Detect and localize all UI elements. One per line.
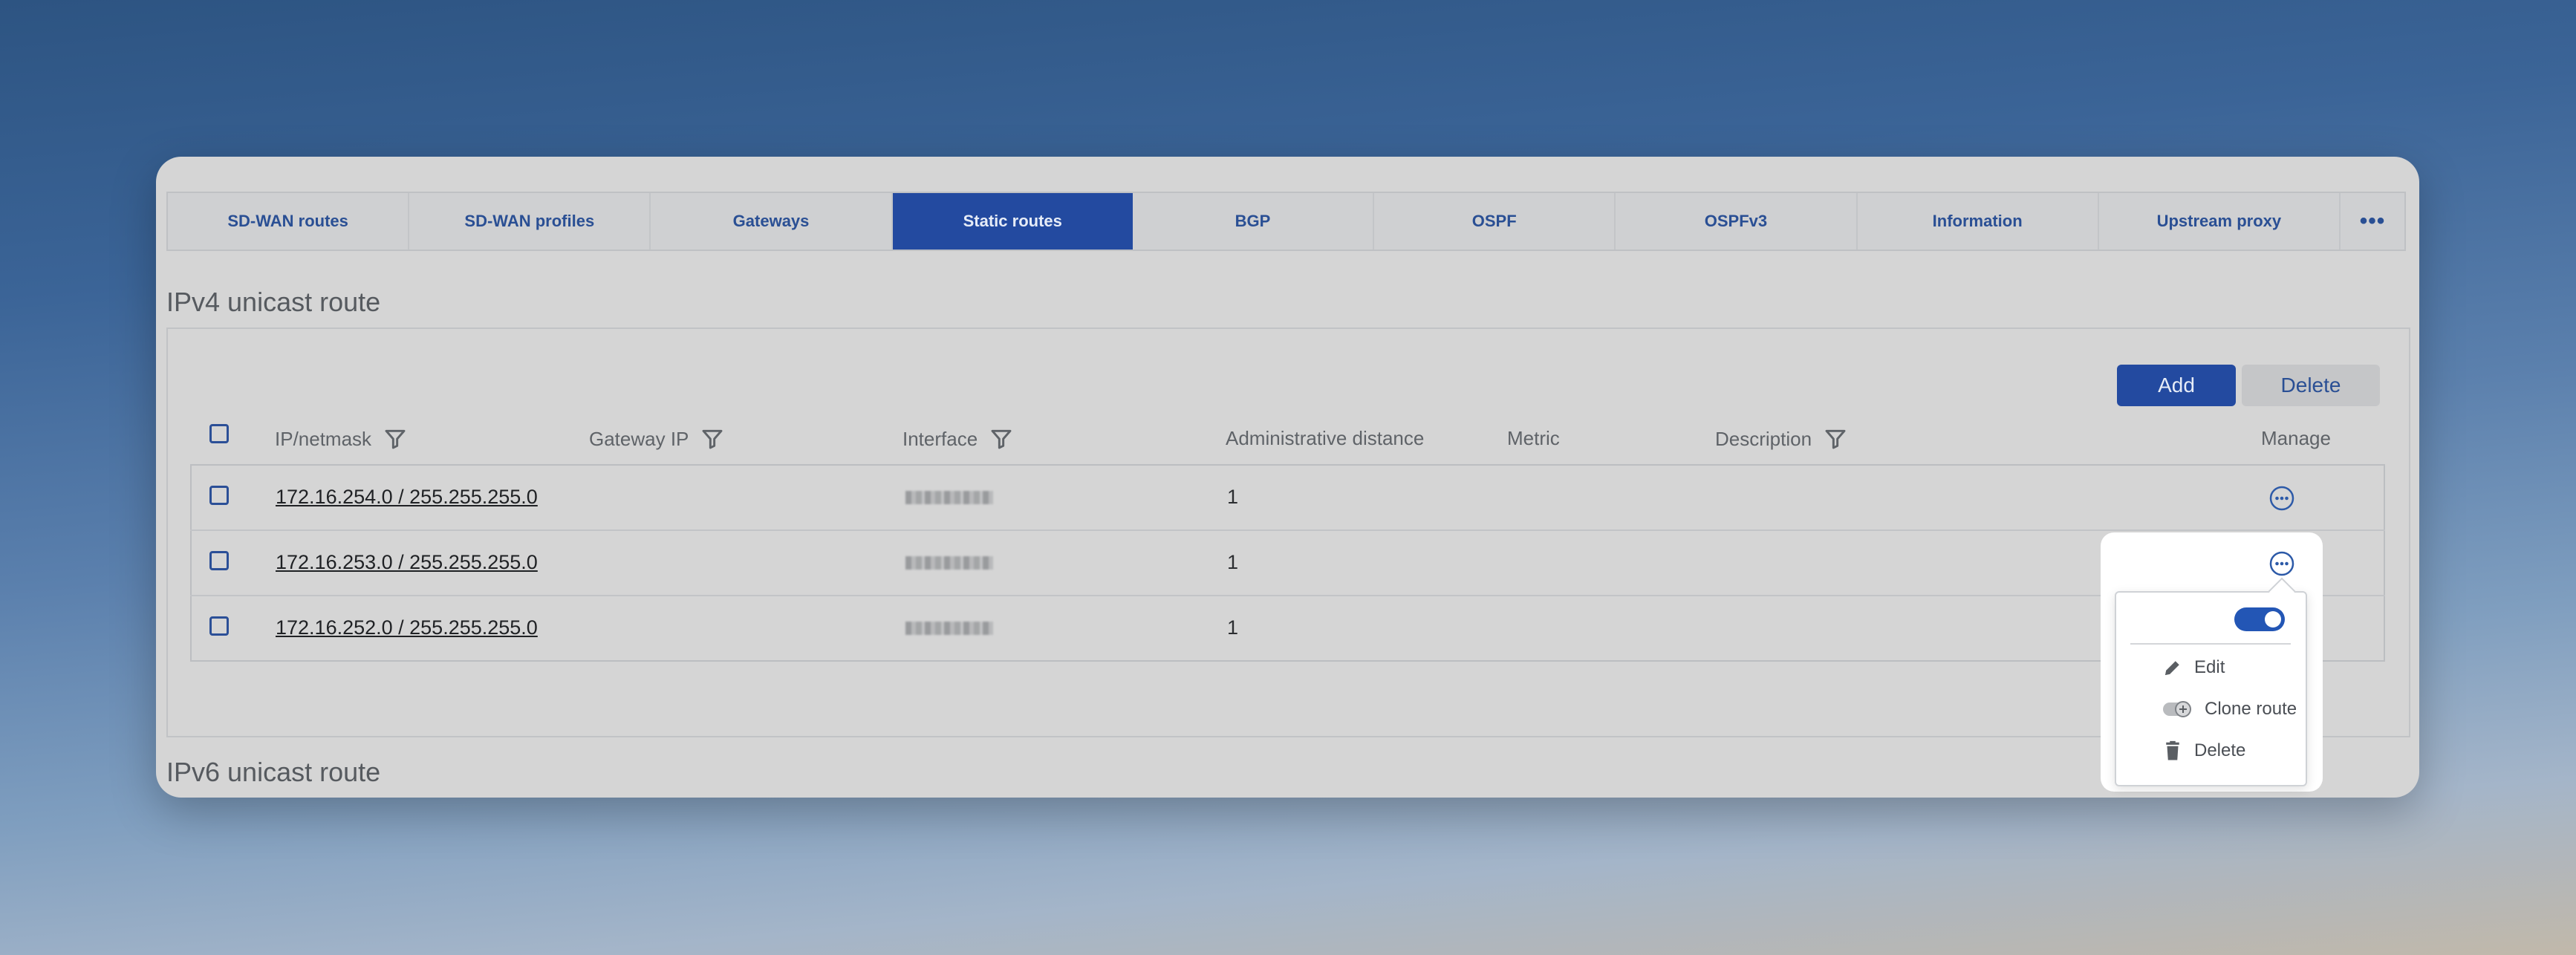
ip-netmask-link[interactable]: 172.16.253.0 / 255.255.255.0 [276,551,538,574]
row-checkbox[interactable] [209,551,229,570]
menu-item-delete[interactable]: Delete [2162,740,2245,762]
more-options-icon[interactable] [2268,485,2295,512]
filter-icon[interactable] [383,427,407,451]
menu-item-label: Delete [2194,740,2246,760]
delete-button[interactable]: Delete [2242,365,2380,406]
ipv4-section-title: IPv4 unicast route [166,287,381,317]
ip-netmask-link[interactable]: 172.16.254.0 / 255.255.255.0 [276,486,538,509]
column-header-description: Description [1715,427,1847,451]
filter-icon[interactable] [1824,427,1847,451]
filter-icon[interactable] [989,427,1013,451]
interface-value-redacted [905,491,993,504]
filter-icon[interactable] [700,427,724,451]
more-tabs-icon[interactable]: ••• [2341,193,2404,250]
ip-netmask-link[interactable]: 172.16.252.0 / 255.255.255.0 [276,616,538,639]
tab-upstream-proxy[interactable]: Upstream proxy [2099,193,2341,250]
admin-distance-value: 1 [1227,551,1239,573]
tab-ospf[interactable]: OSPF [1374,193,1616,250]
tab-bgp[interactable]: BGP [1133,193,1375,250]
menu-item-label: Edit [2194,657,2225,677]
menu-item-edit[interactable]: Edit [2162,656,2225,679]
trash-icon [2166,740,2179,760]
column-label: Manage [2261,427,2331,449]
column-label: Metric [1507,427,1560,449]
more-options-icon[interactable] [2268,550,2295,577]
tab-information[interactable]: Information [1858,193,2099,250]
interface-value-redacted [905,622,993,635]
clone-icon [2163,701,2191,717]
column-header-admin-distance: Administrative distance [1226,427,1424,450]
column-label: Gateway IP [589,427,689,450]
admin-distance-value: 1 [1227,486,1239,508]
column-header-ip-netmask: IP/netmask [275,427,407,451]
app-window: SD-WAN routes SD-WAN profiles Gateways S… [156,157,2419,798]
row-checkbox[interactable] [209,486,229,505]
interface-value-redacted [905,556,993,570]
column-label: IP/netmask [275,427,372,450]
tab-sd-wan-routes[interactable]: SD-WAN routes [168,193,410,250]
ipv6-section-title: IPv6 unicast route [166,757,381,787]
row-divider [190,595,2385,596]
column-label: Interface [902,427,978,450]
route-enable-toggle[interactable] [2234,607,2285,631]
admin-distance-value: 1 [1227,616,1239,639]
row-checkbox[interactable] [209,616,229,636]
column-header-gateway-ip: Gateway IP [589,427,724,451]
tab-sd-wan-profiles[interactable]: SD-WAN profiles [409,193,651,250]
add-button[interactable]: Add [2117,365,2236,406]
tab-ospfv3[interactable]: OSPFv3 [1616,193,1858,250]
column-label: Description [1715,427,1812,450]
column-header-interface: Interface [902,427,1013,451]
column-header-manage: Manage [2261,427,2331,450]
menu-item-label: Clone route [2205,699,2297,719]
pencil-icon [2165,661,2179,675]
column-header-metric: Metric [1507,427,1560,450]
row-divider [190,529,2385,531]
column-label: Administrative distance [1226,427,1425,449]
tab-static-routes[interactable]: Static routes [892,193,1133,250]
tab-bar: SD-WAN routes SD-WAN profiles Gateways S… [166,192,2406,251]
tab-gateways[interactable]: Gateways [651,193,893,250]
select-all-checkbox[interactable] [209,424,229,443]
menu-item-clone-route[interactable]: Clone route [2162,698,2297,720]
menu-divider [2130,643,2291,645]
